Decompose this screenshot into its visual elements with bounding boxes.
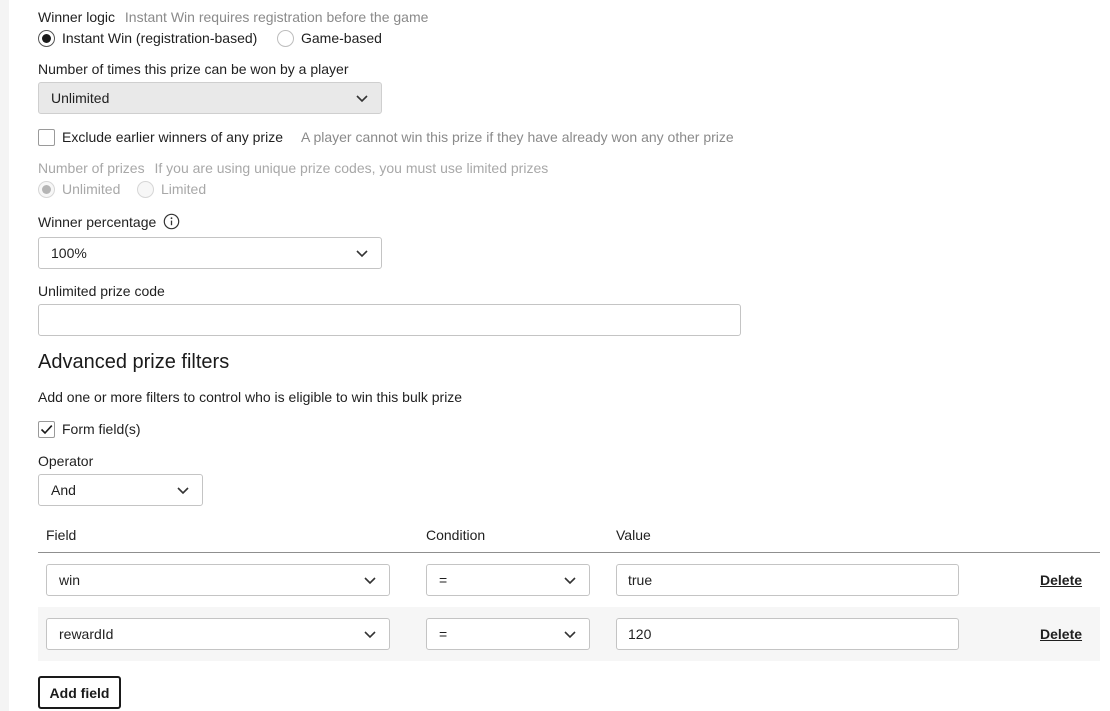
number-of-prizes-hint: If you are using unique prize codes, you… <box>154 160 549 176</box>
row-field-value: rewardId <box>59 626 114 642</box>
exclude-earlier-label[interactable]: Exclude earlier winners of any prize <box>62 129 283 145</box>
winner-percentage-select[interactable]: 100% <box>38 237 382 269</box>
winner-logic-header: Winner logic Instant Win requires regist… <box>38 9 428 25</box>
row-condition-select[interactable]: = <box>426 564 590 596</box>
operator-value: And <box>51 482 76 498</box>
info-icon[interactable] <box>163 213 180 230</box>
chevron-down-icon <box>564 631 576 639</box>
radio-prizes-limited-label[interactable]: Limited <box>161 181 206 197</box>
delete-row-link[interactable]: Delete <box>1040 572 1082 588</box>
row-value-input[interactable]: true <box>616 564 959 596</box>
exclude-earlier-checkbox[interactable] <box>38 129 55 146</box>
times-won-label: Number of times this prize can be won by… <box>38 61 349 77</box>
prize-code-label: Unlimited prize code <box>38 283 165 299</box>
row-field-select[interactable]: win <box>46 564 390 596</box>
row-field-value: win <box>59 572 81 588</box>
winner-logic-label: Winner logic <box>38 9 116 25</box>
times-won-value: Unlimited <box>51 90 110 106</box>
row-condition-select[interactable]: = <box>426 618 590 650</box>
radio-instant-win-label[interactable]: Instant Win (registration-based) <box>62 30 257 46</box>
radio-instant-win[interactable] <box>38 30 55 47</box>
row-value-input[interactable]: 120 <box>616 618 959 650</box>
number-of-prizes-label: Number of prizes <box>38 160 145 176</box>
column-header-field: Field <box>46 527 77 543</box>
chevron-down-icon <box>364 631 376 639</box>
form-fields-label[interactable]: Form field(s) <box>62 421 141 437</box>
delete-row-link[interactable]: Delete <box>1040 626 1082 642</box>
exclude-earlier-hint: A player cannot win this prize if they h… <box>301 129 734 145</box>
times-won-select[interactable]: Unlimited <box>38 82 382 114</box>
prize-code-input[interactable] <box>38 304 741 336</box>
checkmark-icon <box>40 425 53 435</box>
chevron-down-icon <box>177 487 189 495</box>
form-fields-checkbox[interactable] <box>38 421 55 438</box>
radio-prizes-unlimited[interactable] <box>38 181 55 198</box>
number-of-prizes-header: Number of prizes If you are using unique… <box>38 160 548 176</box>
operator-select[interactable]: And <box>38 474 203 506</box>
chevron-down-icon <box>356 250 368 258</box>
add-field-button[interactable]: Add field <box>38 676 121 709</box>
row-field-select[interactable]: rewardId <box>46 618 390 650</box>
chevron-down-icon <box>564 577 576 585</box>
chevron-down-icon <box>364 577 376 585</box>
winner-percentage-header: Winner percentage <box>38 213 180 230</box>
winner-percentage-label: Winner percentage <box>38 213 157 230</box>
winner-percentage-value: 100% <box>51 245 87 261</box>
radio-prizes-limited[interactable] <box>137 181 154 198</box>
operator-label: Operator <box>38 453 94 469</box>
advanced-title: Advanced prize filters <box>38 351 230 373</box>
radio-game-based[interactable] <box>277 30 294 47</box>
advanced-description: Add one or more filters to control who i… <box>38 389 463 405</box>
column-header-condition: Condition <box>426 527 486 543</box>
radio-prizes-unlimited-label[interactable]: Unlimited <box>62 181 120 197</box>
row-condition-value: = <box>439 626 448 642</box>
radio-game-based-label[interactable]: Game-based <box>301 30 382 46</box>
row-condition-value: = <box>439 572 448 588</box>
chevron-down-icon <box>356 95 368 103</box>
winner-logic-hint: Instant Win requires registration before… <box>124 9 429 25</box>
column-header-value: Value <box>616 527 651 543</box>
left-rail <box>0 0 9 711</box>
